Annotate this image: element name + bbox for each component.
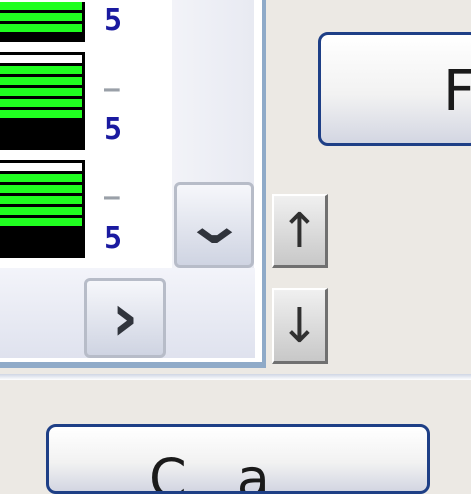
top-action-button[interactable]: F [318, 32, 471, 146]
button-label: Ca [149, 447, 320, 494]
separator [0, 374, 471, 380]
level-meter [0, 52, 85, 150]
list-frame-right [262, 0, 266, 368]
meter-bar [0, 218, 82, 226]
move-up-button[interactable]: ↑ [272, 194, 328, 268]
meter-bar [0, 77, 82, 85]
meter-bar [0, 110, 82, 118]
meter-bar [0, 66, 82, 74]
scroll-right-button[interactable]: › [84, 278, 166, 358]
meter-bar [0, 88, 82, 96]
meter-bar [0, 196, 82, 204]
scroll-down-button[interactable]: ⌄ [174, 182, 254, 268]
meter-bar [0, 174, 82, 182]
meter-bar [0, 207, 82, 215]
level-dash: – [104, 182, 120, 212]
level-value: 5 [104, 112, 123, 147]
meter-bar [0, 55, 82, 63]
meter-bar [0, 163, 82, 171]
chevron-down-icon: ⌄ [181, 192, 247, 257]
chevron-right-icon: › [111, 279, 139, 356]
cancel-button[interactable]: Ca [46, 424, 430, 494]
arrow-up-icon: ↑ [279, 202, 320, 259]
meter-bar [0, 2, 82, 10]
level-meter [0, 2, 85, 42]
level-meter [0, 160, 85, 258]
move-down-button[interactable]: ↓ [272, 288, 328, 364]
meter-bar [0, 13, 82, 21]
level-dash: – [104, 74, 120, 104]
level-value: 5 [104, 3, 123, 38]
button-label: F [443, 59, 471, 124]
level-value: 5 [104, 221, 123, 256]
meter-bar [0, 99, 82, 107]
arrow-down-icon: ↓ [279, 297, 320, 354]
meter-bar [0, 185, 82, 193]
meter-bar [0, 24, 82, 32]
list-frame-bottom [0, 362, 266, 368]
